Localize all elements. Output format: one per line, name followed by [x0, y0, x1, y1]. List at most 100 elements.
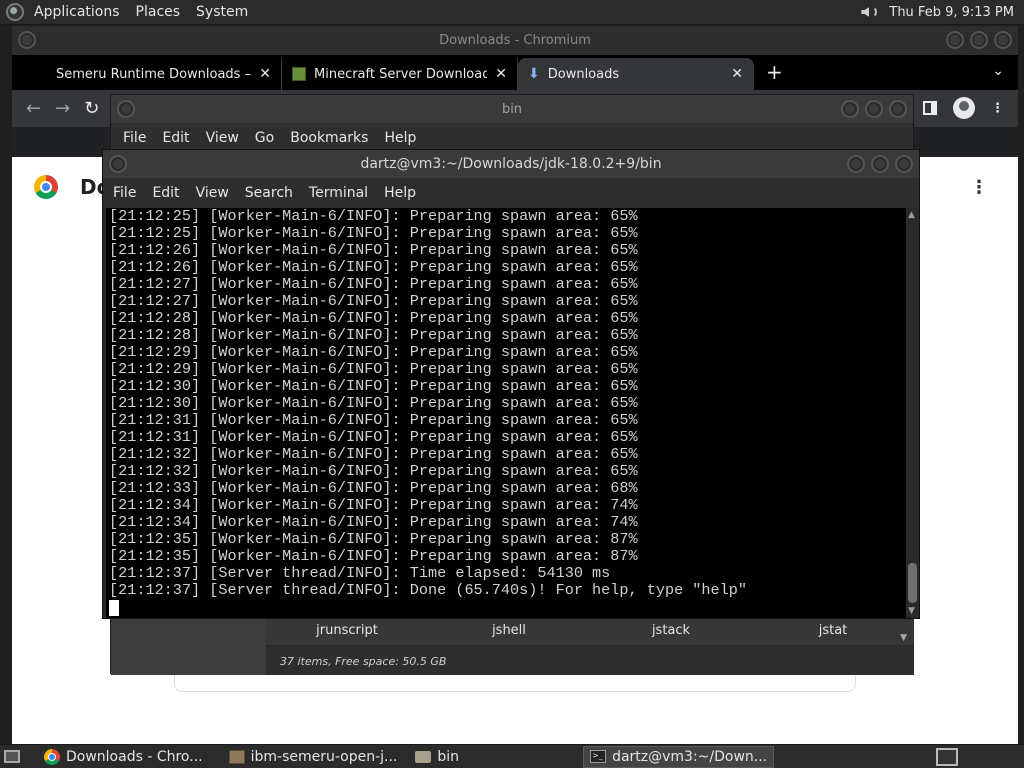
menu-file[interactable]: File	[105, 185, 144, 201]
chromium-titlebar[interactable]: Downloads - Chromium	[12, 26, 1018, 55]
menu-view[interactable]: View	[198, 130, 247, 146]
menu-help[interactable]: Help	[376, 185, 424, 201]
terminal-line: [21:12:27] [Worker-Main-6/INFO]: Prepari…	[109, 292, 638, 310]
top-panel: Applications Places System Thu Feb 9, 9:…	[0, 0, 1024, 25]
menu-help[interactable]: Help	[376, 130, 424, 146]
taskbar-label: bin	[437, 748, 460, 765]
terminal-line: [21:12:32] [Worker-Main-6/INFO]: Prepari…	[109, 462, 638, 480]
more-actions-icon[interactable]: ⋮	[970, 177, 988, 198]
tab-downloads[interactable]: ⬇ Downloads ✕	[518, 58, 754, 90]
terminal-output[interactable]: [21:12:25] [Worker-Main-6/INFO]: Prepari…	[106, 208, 908, 618]
menu-search[interactable]: Search	[237, 185, 301, 201]
terminal-line: [21:12:28] [Worker-Main-6/INFO]: Prepari…	[109, 326, 638, 344]
show-desktop-icon[interactable]	[4, 750, 20, 763]
close-tab-icon[interactable]: ✕	[495, 66, 507, 82]
file-item[interactable]: jstack	[590, 623, 752, 638]
side-panel-icon[interactable]	[923, 101, 937, 115]
tab-semeru[interactable]: Semeru Runtime Downloads – ✕	[46, 58, 282, 90]
terminal-line: [21:12:28] [Worker-Main-6/INFO]: Prepari…	[109, 309, 638, 327]
terminal-line: [21:12:37] [Server thread/INFO]: Time el…	[109, 564, 611, 582]
cursor	[109, 600, 119, 616]
taskbar-label: Downloads - Chro...	[66, 748, 203, 765]
scroll-down-icon[interactable]: ▼	[908, 606, 915, 616]
tab-search-icon[interactable]: ⌄	[992, 63, 1004, 79]
minimize-button[interactable]	[841, 100, 859, 118]
menu-file[interactable]: File	[115, 130, 154, 146]
taskbar-item-bin[interactable]: bin	[409, 746, 465, 768]
menu-edit[interactable]: Edit	[144, 185, 187, 201]
gnome-logo-icon[interactable]	[6, 3, 24, 21]
tab-label: Semeru Runtime Downloads –	[56, 66, 252, 82]
file-manager-titlebar[interactable]: bin	[111, 95, 913, 123]
back-icon[interactable]: ←	[26, 98, 41, 119]
file-list: jrunscript jshell jstack jstat	[266, 615, 914, 645]
terminal-line: [21:12:27] [Worker-Main-6/INFO]: Prepari…	[109, 275, 638, 293]
terminal-scrollbar[interactable]: ▲ ▼	[906, 208, 919, 618]
terminal-titlebar[interactable]: dartz@vm3:~/Downloads/jdk-18.0.2+9/bin	[103, 150, 919, 178]
window-menu-icon[interactable]	[117, 100, 135, 118]
tab-label: Downloads	[547, 66, 620, 82]
close-tab-icon[interactable]: ✕	[731, 66, 743, 82]
profile-avatar[interactable]	[953, 97, 975, 119]
terminal-line: [21:12:31] [Worker-Main-6/INFO]: Prepari…	[109, 411, 638, 429]
maximize-button[interactable]	[865, 100, 883, 118]
workspace-switcher[interactable]	[936, 747, 958, 766]
minimize-button[interactable]	[946, 31, 964, 49]
volume-icon[interactable]	[859, 3, 881, 21]
menu-go[interactable]: Go	[247, 130, 282, 146]
terminal-line: [21:12:29] [Worker-Main-6/INFO]: Prepari…	[109, 343, 638, 361]
menu-view[interactable]: View	[188, 185, 237, 201]
close-button[interactable]	[889, 100, 907, 118]
terminal-line: [21:12:25] [Worker-Main-6/INFO]: Prepari…	[109, 208, 638, 225]
reload-icon[interactable]: ↻	[84, 98, 99, 119]
terminal-line: [21:12:26] [Worker-Main-6/INFO]: Prepari…	[109, 258, 638, 276]
terminal-line: [21:12:30] [Worker-Main-6/INFO]: Prepari…	[109, 394, 638, 412]
maximize-button[interactable]	[970, 31, 988, 49]
status-bar: 37 items, Free space: 50.5 GB	[266, 647, 914, 675]
chromium-window-title: Downloads - Chromium	[439, 33, 591, 48]
terminal-line: [21:12:37] [Server thread/INFO]: Done (6…	[109, 581, 747, 599]
taskbar-label: ibm-semeru-open-j...	[250, 748, 398, 765]
close-tab-icon[interactable]: ✕	[259, 66, 271, 82]
chrome-icon	[44, 748, 60, 765]
window-menu-icon[interactable]	[109, 155, 127, 173]
terminal-icon: >_	[590, 750, 607, 763]
download-icon: ⬇	[528, 66, 540, 82]
taskbar-item-archive[interactable]: ibm-semeru-open-j...	[223, 746, 404, 768]
forward-icon[interactable]: →	[55, 98, 70, 119]
terminal-title: dartz@vm3:~/Downloads/jdk-18.0.2+9/bin	[360, 156, 662, 172]
scrollbar-thumb[interactable]	[908, 563, 917, 603]
scroll-up-icon[interactable]: ▲	[908, 210, 915, 220]
taskbar-item-chromium[interactable]: Downloads - Chro...	[38, 746, 209, 768]
places-menu[interactable]: Places	[130, 4, 187, 20]
menu-kebab-icon[interactable]: ⋮	[991, 101, 1004, 116]
menu-terminal[interactable]: Terminal	[301, 185, 376, 201]
minecraft-favicon-icon	[292, 67, 306, 81]
terminal-line: [21:12:30] [Worker-Main-6/INFO]: Prepari…	[109, 377, 638, 395]
prompt-line[interactable]	[109, 599, 908, 616]
taskbar-item-terminal[interactable]: >_ dartz@vm3:~/Down...	[583, 745, 775, 768]
window-menu-icon[interactable]	[18, 31, 36, 49]
terminal-menubar: File Edit View Search Terminal Help	[103, 178, 919, 208]
panel-right: Thu Feb 9, 9:13 PM	[859, 3, 1024, 21]
tab-strip: Semeru Runtime Downloads – ✕ Minecraft S…	[12, 55, 1018, 90]
minimize-button[interactable]	[847, 155, 865, 173]
close-button[interactable]	[994, 31, 1012, 49]
file-item[interactable]: jstat	[752, 623, 914, 638]
clock[interactable]: Thu Feb 9, 9:13 PM	[889, 5, 1014, 20]
terminal-line: [21:12:25] [Worker-Main-6/INFO]: Prepari…	[109, 224, 638, 242]
scroll-down-icon[interactable]: ▼	[900, 633, 907, 643]
file-item[interactable]: jrunscript	[266, 623, 428, 638]
applications-menu[interactable]: Applications	[28, 4, 126, 20]
maximize-button[interactable]	[871, 155, 889, 173]
close-button[interactable]	[895, 155, 913, 173]
new-tab-button[interactable]: +	[766, 60, 783, 84]
menu-bookmarks[interactable]: Bookmarks	[282, 130, 376, 146]
file-item[interactable]: jshell	[428, 623, 590, 638]
terminal-line: [21:12:26] [Worker-Main-6/INFO]: Prepari…	[109, 241, 638, 259]
menu-edit[interactable]: Edit	[154, 130, 197, 146]
taskbar-label: dartz@vm3:~/Down...	[612, 748, 768, 765]
tab-minecraft[interactable]: Minecraft Server Download | M ✕	[282, 58, 518, 90]
system-menu[interactable]: System	[190, 4, 254, 20]
terminal-line: [21:12:35] [Worker-Main-6/INFO]: Prepari…	[109, 547, 638, 565]
